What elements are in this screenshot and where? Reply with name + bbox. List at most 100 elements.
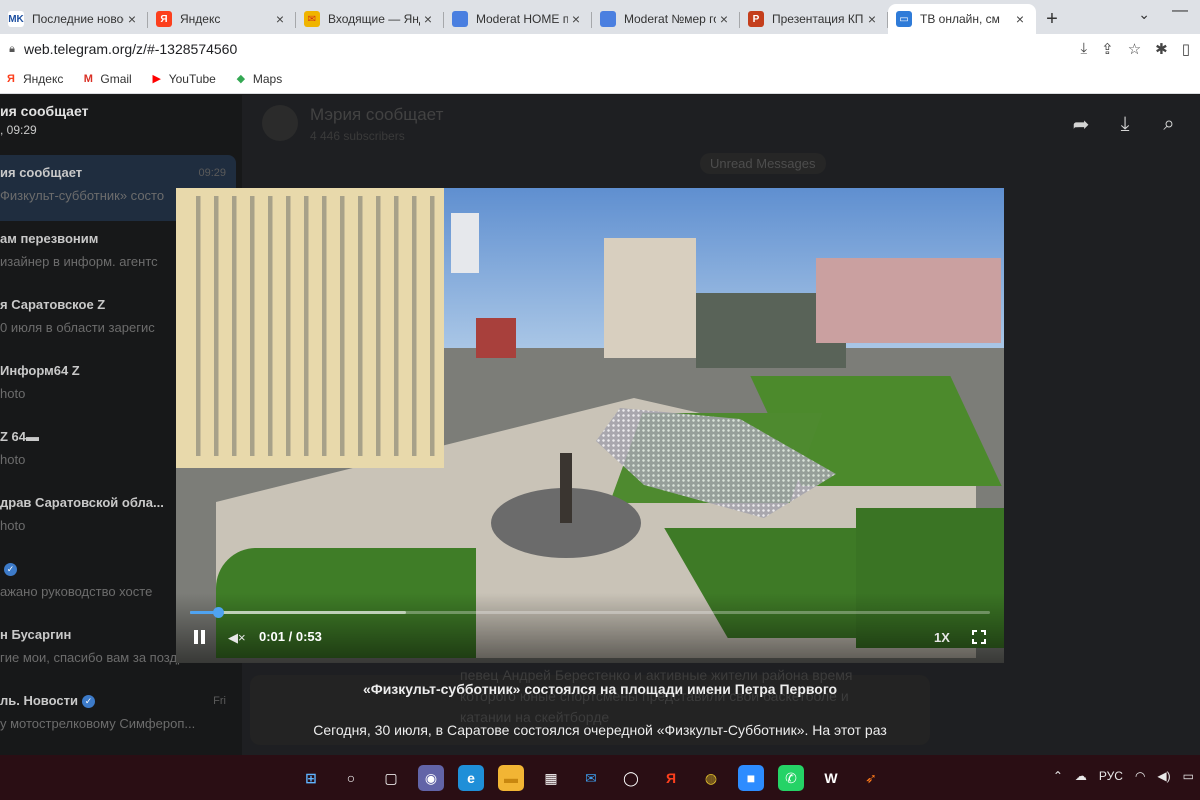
tab-favicon-icon: P [748, 11, 764, 27]
pause-icon[interactable] [194, 630, 208, 644]
window-minimize-icon[interactable]: — [1172, 2, 1188, 20]
media-caption-title: «Физкульт-субботник» состоялся на площад… [362, 681, 838, 697]
app-circle-icon[interactable]: ◯ [618, 765, 644, 791]
bookmark-item[interactable]: ▶ YouTube [150, 71, 216, 86]
tab-label: Презентация КП.р [772, 12, 864, 26]
new-tab-button[interactable]: + [1036, 4, 1068, 34]
unread-messages-divider: Unread Messages [700, 153, 826, 174]
fullscreen-icon[interactable] [972, 630, 986, 644]
task-view-icon[interactable]: ▢ [378, 765, 404, 791]
search-icon[interactable]: ⌕ [1158, 113, 1180, 135]
tab-close-icon[interactable]: × [1012, 11, 1028, 27]
playback-speed-button[interactable]: 1X [934, 630, 950, 645]
media-caption-text: Сегодня, 30 июля, в Саратове состоялся о… [313, 722, 887, 738]
bookmark-label: Maps [252, 71, 283, 86]
sidebar-header-subtitle: , 09:29 [0, 123, 37, 137]
browser-tab[interactable]: P Презентация КП.р × [740, 4, 888, 34]
app-rocket-icon[interactable]: ➶ [858, 765, 884, 791]
teams-chat-icon[interactable]: ◉ [418, 765, 444, 791]
sidebar-header-title: ия сообщает [0, 103, 89, 119]
tab-label: Moderat №мер го [624, 12, 716, 26]
browser-tab-strip: MK Последние новос × Я Яндекс × ✉ Входящие — Ян… [0, 0, 1200, 34]
store-icon[interactable]: ▦ [538, 765, 564, 791]
channel-subscribers: 4 446 subscribers [310, 129, 405, 143]
yandex-icon[interactable]: Я [658, 765, 684, 791]
system-tray: ⌃ ☁ РУС ◠ ◀) ▭ [1053, 769, 1194, 783]
share-icon[interactable]: ⇪ [1101, 40, 1114, 58]
download-icon[interactable]: ⤓ [1114, 113, 1136, 135]
sidebar-panel-icon[interactable]: ▯ [1182, 40, 1190, 58]
language-indicator[interactable]: РУС [1099, 769, 1123, 783]
tab-close-icon[interactable]: × [716, 11, 732, 27]
tab-close-icon[interactable]: × [420, 11, 436, 27]
browser-tab[interactable]: ▭ ТВ онлайн, см × [888, 4, 1036, 34]
bookmark-label: Яндекс [23, 71, 64, 86]
tab-favicon-icon [600, 11, 616, 27]
edge-icon[interactable]: e [458, 765, 484, 791]
install-app-icon[interactable]: ⤓ [1080, 40, 1087, 58]
browser-tab[interactable]: MK Последние новос × [0, 4, 148, 34]
file-explorer-icon[interactable]: ▬ [498, 765, 524, 791]
channel-avatar[interactable] [262, 105, 298, 141]
tab-label: Последние новос [32, 12, 124, 26]
verified-icon: ✓ [4, 563, 17, 577]
battery-icon[interactable]: ▭ [1183, 769, 1194, 783]
tray-overflow-icon[interactable]: ⌃ [1053, 769, 1063, 783]
video-progress-bar[interactable] [190, 607, 990, 618]
lock-icon[interactable]: 🔒︎ [2, 43, 22, 56]
tab-favicon-icon: Я [156, 11, 172, 27]
channel-title: Мэрия сообщает [310, 105, 444, 124]
browser-tab[interactable]: Moderat HOME пр × [444, 4, 592, 34]
bookmark-favicon-icon: Я [7, 72, 15, 85]
tab-label: Яндекс [180, 12, 221, 26]
tab-search-chevron-icon[interactable]: ⌄ [1138, 6, 1150, 23]
windows-taskbar: ⊞ ○ ▢ ◉ e ▬ ▦ ✉ ◯ Я ◍ ■ ✆ W ➶ ⌃ ☁ РУС ◠ ◀) ▭ [0, 755, 1200, 800]
zoom-icon[interactable]: ■ [738, 765, 764, 791]
browser-tab[interactable]: ✉ Входящие — Янд × [296, 4, 444, 34]
mail-icon[interactable]: ✉ [578, 765, 604, 791]
bookmark-favicon-icon: ◆ [236, 73, 246, 85]
windows-start-icon[interactable]: ⊞ [298, 765, 324, 791]
video-time: 0:01 / 0:53 [259, 629, 322, 644]
app-w-icon[interactable]: W [818, 765, 844, 791]
address-bar-actions: ⤓ ⇪ ☆ ✱ ▯ [1080, 40, 1190, 58]
tab-favicon-icon [452, 11, 468, 27]
tab-label: Входящие — Янд [328, 12, 420, 26]
bookmark-item[interactable]: M Gmail [81, 71, 132, 86]
video-frame-aerial-square [176, 188, 1004, 663]
whatsapp-icon[interactable]: ✆ [778, 765, 804, 791]
tab-favicon-icon: ✉ [304, 11, 320, 27]
address-bar: 🔒︎ web.telegram.org/z/#-1328574560 ⤓ ⇪ ☆… [0, 34, 1200, 64]
bookmark-label: Gmail [100, 71, 132, 86]
bookmark-item[interactable]: ◆ Maps [234, 71, 283, 86]
browser-tab[interactable]: Moderat №мер го × [592, 4, 740, 34]
extensions-icon[interactable]: ✱ [1155, 40, 1168, 58]
bookmark-item[interactable]: Я Яндекс [4, 72, 63, 86]
tab-label: ТВ онлайн, см [920, 12, 1000, 26]
url-field[interactable]: web.telegram.org/z/#-1328574560 [24, 41, 237, 57]
bookmarks-bar: Я Яндекс M Gmail ▶ YouTube ◆ Maps [0, 64, 1200, 94]
bookmark-star-icon[interactable]: ☆ [1128, 40, 1141, 58]
tab-favicon-icon: MK [8, 11, 24, 27]
media-viewer-actions: ➦ ⤓ ⌕ [1070, 113, 1180, 136]
forward-icon[interactable]: ➦ [1070, 113, 1092, 136]
volume-icon[interactable]: ◀) [1157, 769, 1170, 783]
browser-tab[interactable]: Я Яндекс × [148, 4, 296, 34]
weather-cloud-icon[interactable]: ☁ [1075, 769, 1087, 783]
tab-close-icon[interactable]: × [864, 11, 880, 27]
taskbar-apps: ⊞ ○ ▢ ◉ e ▬ ▦ ✉ ◯ Я ◍ ■ ✆ W ➶ [298, 765, 884, 791]
bookmark-label: YouTube [168, 71, 216, 86]
chat-time: 09:29 [198, 167, 226, 179]
muted-volume-icon[interactable]: ◀× [228, 630, 246, 646]
tab-label: Moderat HOME пр [476, 12, 568, 26]
tab-close-icon[interactable]: × [124, 11, 140, 27]
tab-close-icon[interactable]: × [568, 11, 584, 27]
tab-close-icon[interactable]: × [272, 11, 288, 27]
search-icon[interactable]: ○ [338, 765, 364, 791]
wifi-icon[interactable]: ◠ [1135, 769, 1145, 783]
chrome-icon[interactable]: ◍ [698, 765, 724, 791]
bookmark-favicon-icon: ▶ [152, 73, 161, 85]
video-player[interactable]: ◀× 0:01 / 0:53 1X [176, 188, 1004, 663]
video-scrub-handle[interactable] [213, 607, 224, 618]
tab-favicon-icon: ▭ [896, 11, 912, 27]
